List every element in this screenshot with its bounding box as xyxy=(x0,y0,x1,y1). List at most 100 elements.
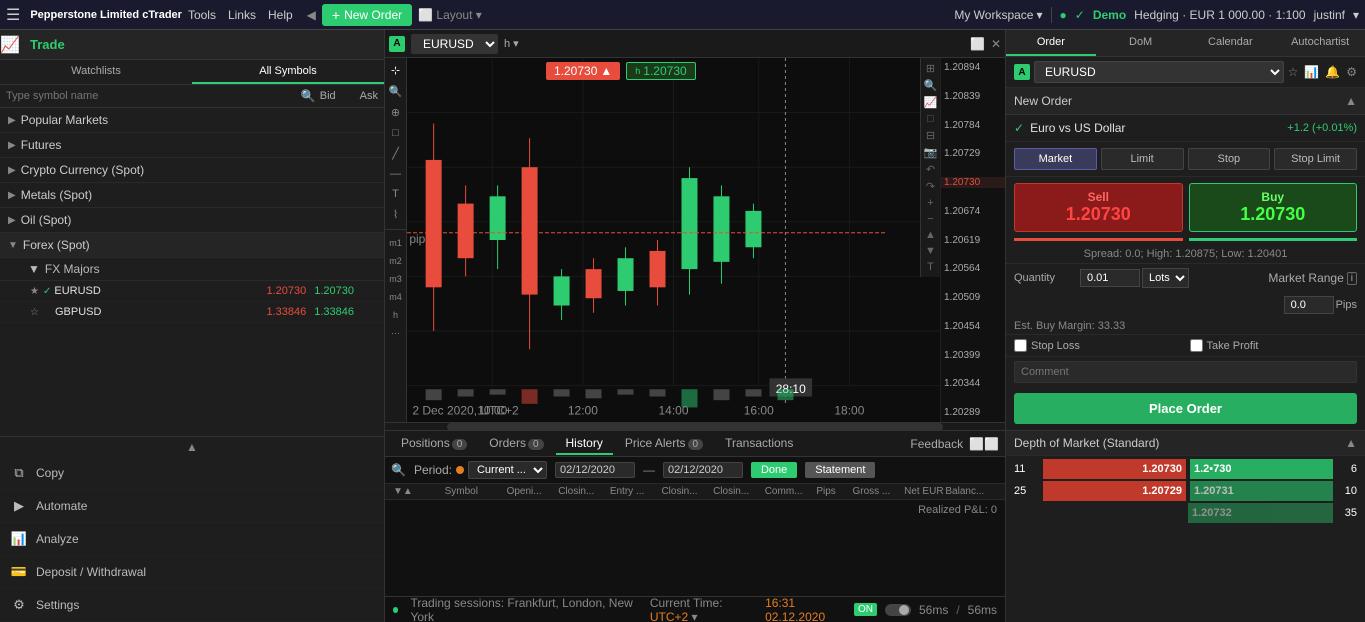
settings-nav-item[interactable]: ⚙ Settings xyxy=(0,589,384,622)
indicators-icon[interactable]: 📈 xyxy=(923,96,938,109)
objects-icon[interactable]: □ xyxy=(923,113,938,125)
feedback-label[interactable]: Feedback xyxy=(910,437,963,451)
template-icon[interactable]: ⊟ xyxy=(923,129,938,142)
dom-buy-bar-3[interactable]: 1.20732 xyxy=(1188,503,1333,523)
chart-symbol-select[interactable]: EURUSD xyxy=(411,34,498,54)
m1-btn[interactable]: m1 xyxy=(387,236,404,250)
order-tab[interactable]: Order xyxy=(1006,30,1096,56)
crypto-category[interactable]: ▶ Crypto Currency (Spot) xyxy=(0,158,384,183)
object-tool[interactable]: □ xyxy=(390,125,401,141)
period-select[interactable]: Current ... xyxy=(468,461,547,479)
copy-nav-item[interactable]: ⧉ Copy xyxy=(0,457,384,490)
m2-btn[interactable]: m2 xyxy=(387,254,404,268)
tools-menu-item[interactable]: Tools xyxy=(188,8,216,22)
dots-btn[interactable]: ··· xyxy=(389,326,402,340)
done-button[interactable]: Done xyxy=(751,462,797,478)
buy-button[interactable]: Buy 1.20730 xyxy=(1189,183,1358,232)
right-symbol-select[interactable]: EURUSD xyxy=(1034,61,1284,83)
grid-icon[interactable]: ⊞ xyxy=(923,62,938,75)
text-tool-icon[interactable]: T xyxy=(923,261,938,273)
zoom-in-tool[interactable]: 🔍 xyxy=(387,83,405,100)
all-symbols-tab[interactable]: All Symbols xyxy=(192,60,384,84)
futures-category[interactable]: ▶ Futures xyxy=(0,133,384,158)
on-toggle[interactable]: ON xyxy=(854,603,877,616)
plus-icon[interactable]: + xyxy=(923,197,938,209)
popular-markets-category[interactable]: ▶ Popular Markets xyxy=(0,108,384,133)
info-icon[interactable]: i xyxy=(1347,272,1357,285)
dom-buy-bar-1[interactable]: 1.2▪730 xyxy=(1190,459,1333,479)
watchlists-tab[interactable]: Watchlists xyxy=(0,60,192,84)
eurusd-symbol-row[interactable]: ★ ✓ EURUSD 1.20730 1.20730 xyxy=(0,281,384,302)
m4-btn[interactable]: m4 xyxy=(387,290,404,304)
dom-sell-bar-1[interactable]: 1.20730 xyxy=(1043,459,1186,479)
cursor-tool[interactable]: ⊹ xyxy=(389,62,402,79)
comment-input[interactable] xyxy=(1014,361,1357,383)
zoom-icon[interactable]: 🔍 xyxy=(923,79,938,92)
hamburger-icon[interactable]: ☰ xyxy=(6,5,20,25)
stop-loss-checkbox[interactable] xyxy=(1014,339,1027,352)
date-to-input[interactable] xyxy=(663,462,743,478)
text-tool[interactable]: T xyxy=(390,186,401,202)
m3-btn[interactable]: m3 xyxy=(387,272,404,286)
redo-icon[interactable]: ↷ xyxy=(923,180,938,193)
workspace-button[interactable]: My Workspace ▾ xyxy=(954,8,1042,22)
market-order-btn[interactable]: Market xyxy=(1014,148,1097,170)
date-from-input[interactable] xyxy=(555,462,635,478)
stop-order-btn[interactable]: Stop xyxy=(1188,148,1271,170)
settings-icon[interactable]: ⚙ xyxy=(1346,65,1357,79)
calendar-tab[interactable]: Calendar xyxy=(1186,30,1276,56)
chart-expand-icon[interactable]: ⬜ xyxy=(970,37,985,51)
search-icon[interactable]: 🔍 xyxy=(391,463,406,477)
undo-icon[interactable]: ↶ xyxy=(923,163,938,176)
lots-select[interactable]: Lots xyxy=(1142,268,1189,288)
dom-collapse-icon[interactable]: ▲ xyxy=(1345,436,1357,450)
scroll-up-button[interactable]: ▲ xyxy=(0,437,384,457)
limit-order-btn[interactable]: Limit xyxy=(1101,148,1184,170)
chart-scrollbar[interactable] xyxy=(385,422,1005,430)
transactions-tab[interactable]: Transactions xyxy=(715,433,803,455)
screenshot-icon[interactable]: 📷 xyxy=(923,146,938,159)
sell-button[interactable]: Sell 1.20730 xyxy=(1014,183,1183,232)
expand-panel-icon[interactable]: ⬜⬜ xyxy=(969,437,999,451)
dom-buy-bar-2[interactable]: 1.20731 xyxy=(1190,481,1333,501)
search-input[interactable] xyxy=(6,90,297,102)
toggle-slider[interactable] xyxy=(885,604,911,616)
analyze-nav-item[interactable]: 📊 Analyze xyxy=(0,523,384,556)
up-icon[interactable]: ▲ xyxy=(923,229,938,241)
h-btn[interactable]: h xyxy=(391,308,400,322)
chart-close-icon[interactable]: ✕ xyxy=(991,37,1001,51)
crosshair-tool[interactable]: ⊕ xyxy=(389,104,402,121)
oil-category[interactable]: ▶ Oil (Spot) xyxy=(0,208,384,233)
price-alerts-tab[interactable]: Price Alerts0 xyxy=(615,433,713,455)
gbpusd-symbol-row[interactable]: ☆ GBPUSD 1.33846 1.33846 xyxy=(0,302,384,323)
chart-icon[interactable]: 📊 xyxy=(1304,65,1319,79)
collapse-icon[interactable]: ▲ xyxy=(1345,94,1357,108)
autochartist-tab[interactable]: Autochartist xyxy=(1275,30,1365,56)
fx-majors-subcategory[interactable]: ▼ FX Majors xyxy=(0,258,384,281)
minus-icon[interactable]: − xyxy=(923,213,938,225)
account-dropdown-icon[interactable]: ▾ xyxy=(1353,8,1359,22)
horizontal-line-tool[interactable]: — xyxy=(388,166,403,182)
history-tab[interactable]: History xyxy=(556,433,613,455)
positions-tab[interactable]: Positions0 xyxy=(391,433,477,455)
statement-button[interactable]: Statement xyxy=(805,462,875,478)
links-menu-item[interactable]: Links xyxy=(228,8,256,22)
dom-sell-bar-2[interactable]: 1.20729 xyxy=(1043,481,1186,501)
forex-category[interactable]: ▼ Forex (Spot) xyxy=(0,233,384,258)
star-icon[interactable]: ☆ xyxy=(1288,65,1299,79)
take-profit-checkbox[interactable] xyxy=(1190,339,1203,352)
help-menu-item[interactable]: Help xyxy=(268,8,293,22)
quantity-input[interactable] xyxy=(1080,269,1140,287)
timezone-label[interactable]: Current Time: UTC+2 ▾ xyxy=(650,596,757,622)
place-order-button[interactable]: Place Order xyxy=(1014,393,1357,424)
down-icon[interactable]: ▼ xyxy=(923,245,938,257)
orders-tab[interactable]: Orders0 xyxy=(479,433,553,455)
new-order-button[interactable]: New Order xyxy=(322,4,412,26)
automate-nav-item[interactable]: ▶ Automate xyxy=(0,490,384,523)
deposit-nav-item[interactable]: 💳 Deposit / Withdrawal xyxy=(0,556,384,589)
layout-button[interactable]: ⬜ Layout ▾ xyxy=(418,8,482,22)
dom-tab[interactable]: DoM xyxy=(1096,30,1186,56)
chart-timeframe[interactable]: h ▾ xyxy=(504,37,519,50)
pips-input[interactable] xyxy=(1284,296,1334,314)
bell-icon[interactable]: 🔔 xyxy=(1325,65,1340,79)
